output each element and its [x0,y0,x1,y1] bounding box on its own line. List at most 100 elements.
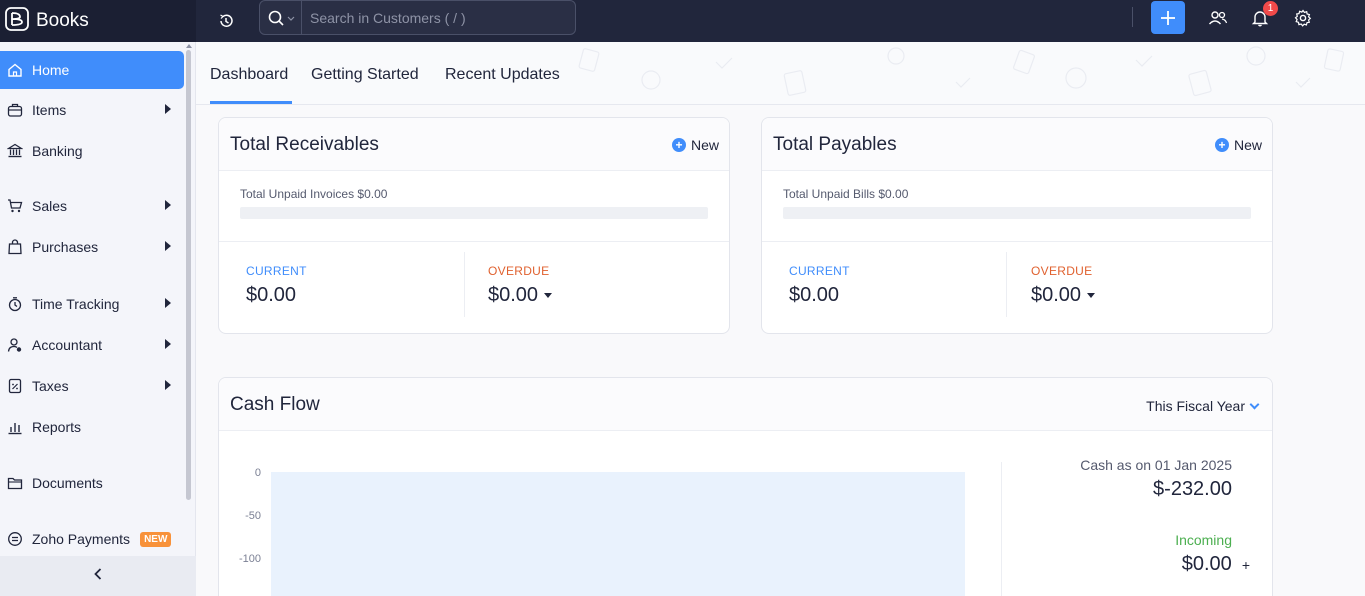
sidebar-item-label: Items [32,102,67,118]
current-value: $0.00 [246,284,297,306]
plus-circle-icon: + [1214,138,1229,152]
sidebar-item-label: Time Tracking [32,296,120,312]
cash-flow-card: Cash Flow This Fiscal Year 0 -50 -100 Ca… [218,377,1273,596]
card-header: Total Receivables + New [219,118,729,171]
sidebar-item-label: Reports [32,419,82,435]
sidebar-item-banking[interactable]: Banking [0,132,184,170]
notification-badge: 1 [1263,1,1278,16]
sidebar-item-reports[interactable]: Reports [0,408,184,446]
tab-getting-started[interactable]: Getting Started [311,66,419,84]
payables-progress-bar [783,207,1251,219]
scroll-up-arrow[interactable] [186,44,192,48]
sidebar-item-label: Home [32,62,70,78]
expand-arrow-icon[interactable] [165,298,171,308]
incoming-amount: $0.00 + [1182,553,1250,576]
search-input[interactable] [302,9,562,26]
divider [1006,252,1007,317]
period-label: This Fiscal Year [1146,398,1245,414]
cash-flow-chart-area[interactable] [271,472,965,596]
divider [1001,462,1002,596]
home-icon [6,61,24,79]
overdue-label: OVERDUE [488,264,550,278]
caret-down-icon [1087,293,1096,298]
card-title: Total Receivables [230,134,379,155]
history-icon[interactable] [214,9,238,33]
overdue-amount-dropdown[interactable]: $0.00 [1031,284,1096,307]
cart-icon [6,197,24,215]
cash-value: $-232.00 [1153,478,1232,500]
tab-dashboard[interactable]: Dashboard [210,66,288,84]
current-amount[interactable]: $0.00 [789,284,839,307]
sidebar-item-label: Sales [32,198,68,214]
receivables-progress-bar [240,207,708,219]
collapse-sidebar-button[interactable] [0,556,196,596]
y-tick-label: -100 [239,553,262,565]
sidebar-item-zoho-payments[interactable]: Zoho Payments NEW [0,520,184,558]
gear-icon[interactable] [1291,6,1315,30]
sidebar-scrollbar[interactable] [186,50,191,500]
app-name: Books [36,10,89,31]
y-tick-label: 0 [254,467,261,479]
quick-create-button[interactable] [1151,1,1185,34]
expand-arrow-icon[interactable] [165,200,171,210]
sidebar-item-time-tracking[interactable]: Time Tracking [0,285,184,323]
divider [464,252,465,317]
expand-arrow-icon[interactable] [165,380,171,390]
divider [762,241,1272,242]
divider [219,241,729,242]
books-logo-icon [4,6,30,37]
plus-circle-icon: + [671,138,686,152]
items-icon [6,101,24,119]
tax-icon [6,377,24,395]
sidebar-item-label: Banking [32,143,83,159]
incoming-label: Incoming [1175,532,1232,548]
sidebar-item-items[interactable]: Items [0,91,184,129]
card-header: Cash Flow This Fiscal Year [219,378,1272,431]
sidebar-item-label: Taxes [32,378,69,394]
overdue-value: $0.00 [488,284,539,306]
current-value: $0.00 [789,284,840,306]
unpaid-bills-label: Total Unpaid Bills $0.00 [783,187,909,201]
bag-icon [6,238,24,256]
new-receivable-button[interactable]: + New [671,137,719,153]
main-content: Dashboard Getting Started Recent Updates… [196,42,1365,596]
active-tab-indicator [210,101,292,104]
search-module-dropdown[interactable] [260,1,302,34]
timer-icon [6,295,24,313]
cash-as-on-label: Cash as on 01 Jan 2025 [1080,457,1232,473]
payables-card: Total Payables + New Total Unpaid Bills … [761,117,1273,334]
tab-recent-updates[interactable]: Recent Updates [445,66,560,84]
brand[interactable]: Books [0,0,196,42]
new-payable-button[interactable]: + New [1214,137,1262,153]
search-box[interactable] [259,0,576,35]
sidebar-item-label: Documents [32,475,103,491]
expand-arrow-icon[interactable] [165,104,171,114]
overdue-amount-dropdown[interactable]: $0.00 [488,284,553,307]
unpaid-invoices-label: Total Unpaid Invoices $0.00 [240,187,388,201]
sidebar-item-taxes[interactable]: Taxes [0,367,184,405]
sidebar-item-accountant[interactable]: Accountant [0,326,184,364]
payments-icon [6,530,24,548]
sidebar-item-purchases[interactable]: Purchases [0,228,184,266]
overdue-value: $0.00 [1031,284,1082,306]
incoming-sign: + [1241,556,1250,573]
top-bar: Books 1 [0,0,1365,42]
expand-arrow-icon[interactable] [165,241,171,251]
new-label: New [690,137,719,153]
y-tick-label: -50 [245,510,261,522]
sidebar-item-documents[interactable]: Documents [0,464,184,502]
current-amount[interactable]: $0.00 [246,284,296,307]
receivables-card: Total Receivables + New Total Unpaid Inv… [218,117,730,334]
incoming-value: $0.00 [1181,553,1232,575]
sidebar-item-home[interactable]: Home [0,51,184,89]
card-title: Total Payables [773,134,897,155]
new-label: New [1233,137,1262,153]
period-dropdown[interactable]: This Fiscal Year [1146,398,1260,414]
sidebar: Home Items Banking Sales Purchases Time … [0,42,196,596]
sidebar-item-label: Zoho Payments [32,531,131,547]
expand-arrow-icon[interactable] [165,339,171,349]
folder-icon [6,474,24,492]
sidebar-item-sales[interactable]: Sales [0,187,184,225]
users-icon[interactable] [1206,6,1230,30]
new-badge: NEW [140,531,172,547]
